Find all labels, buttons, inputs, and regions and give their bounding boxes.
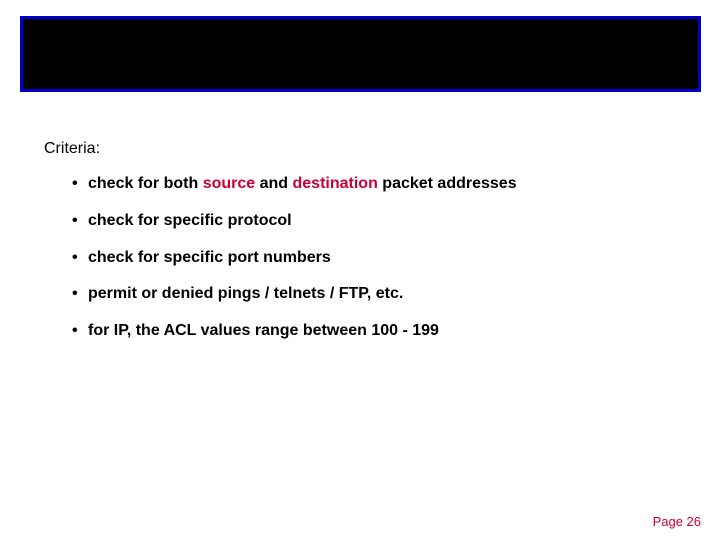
page-number: Page 26 xyxy=(653,514,701,529)
criteria-heading: Criteria: xyxy=(44,140,684,158)
slide: Criteria: check for both source and dest… xyxy=(0,0,721,541)
bullet-item-protocol: check for specific protocol xyxy=(72,211,684,232)
bullet-text-pre: check for both xyxy=(88,175,203,192)
bullet-text-mid: and xyxy=(255,175,292,192)
bullet-item-permit-deny: permit or denied pings / telnets / FTP, … xyxy=(72,284,684,305)
bullet-item-port-numbers: check for specific port numbers xyxy=(72,248,684,269)
bullet-item-acl-range: for IP, the ACL values range between 100… xyxy=(72,321,684,342)
title-band xyxy=(20,16,701,92)
keyword-source: source xyxy=(203,175,255,192)
keyword-destination: destination xyxy=(293,175,378,192)
bullet-list: check for both source and destination pa… xyxy=(72,174,684,342)
bullet-item-source-destination: check for both source and destination pa… xyxy=(72,174,684,195)
content-area: Criteria: check for both source and dest… xyxy=(44,140,684,358)
bullet-text-post: packet addresses xyxy=(378,175,517,192)
